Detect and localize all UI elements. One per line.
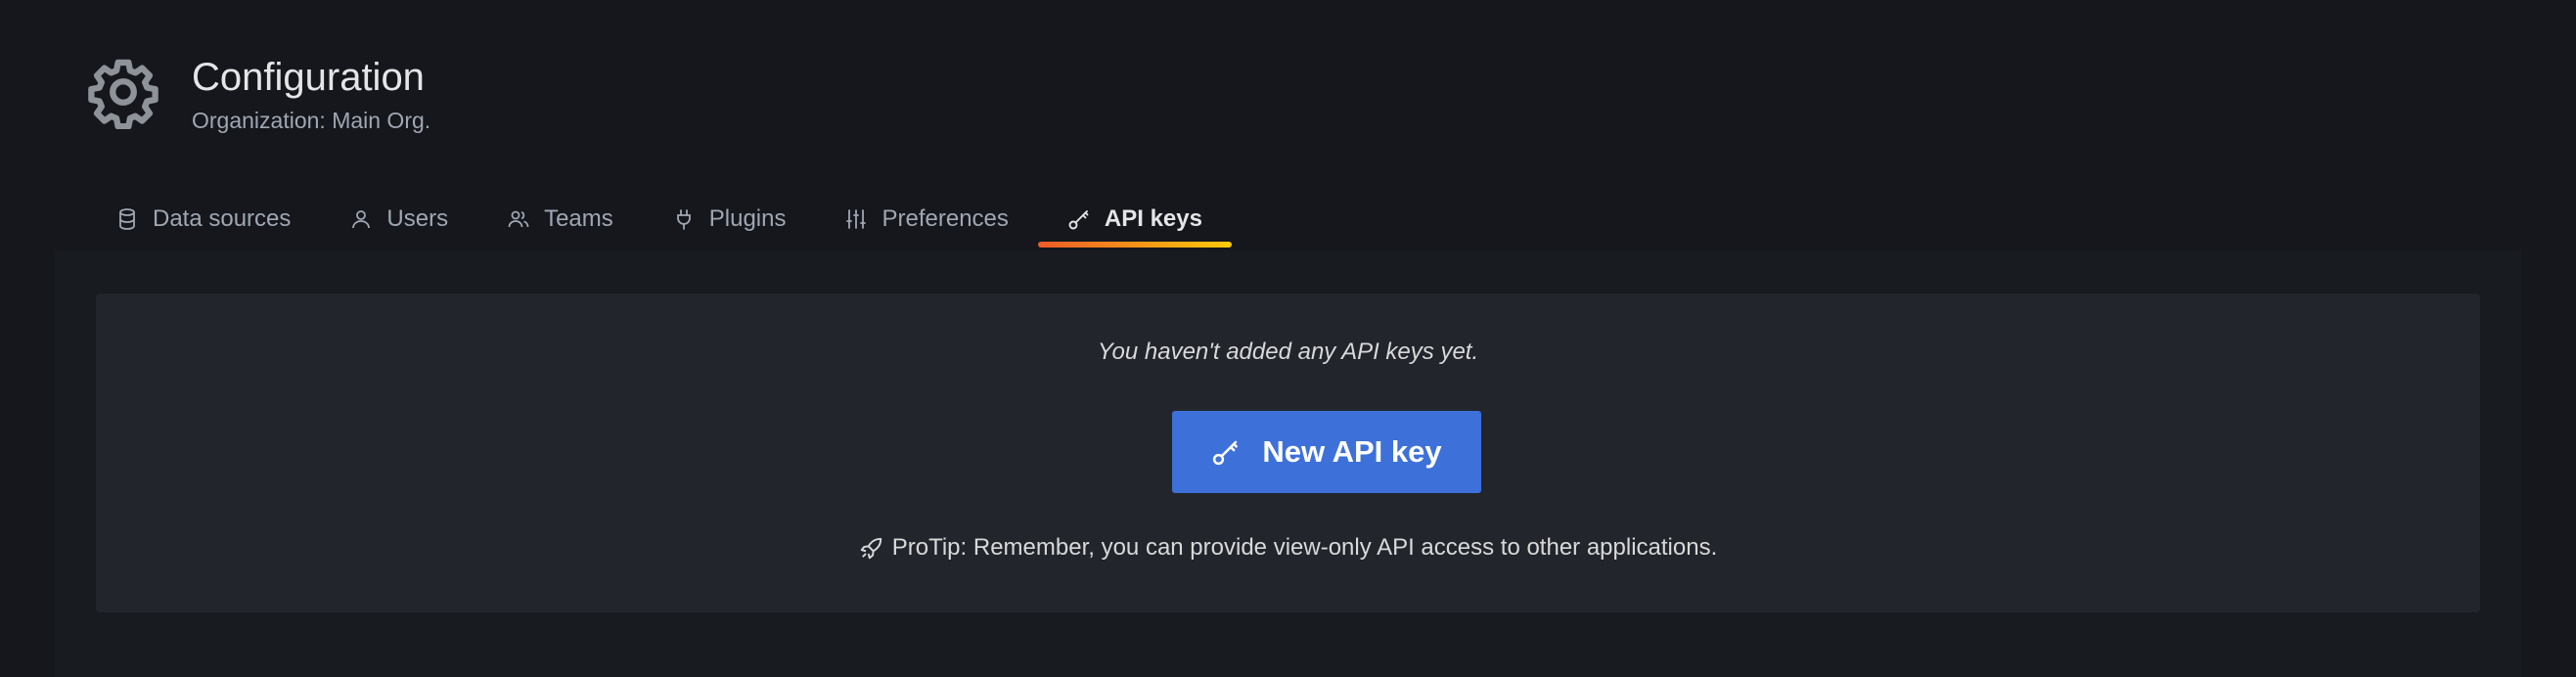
key-icon xyxy=(1068,210,1089,230)
tab-label: Users xyxy=(386,205,449,232)
tab-preferences[interactable]: Preferences xyxy=(815,192,1037,247)
protip: ProTip: Remember, you can provide view-o… xyxy=(96,534,2480,562)
database-icon xyxy=(119,208,135,230)
page-title: Configuration xyxy=(192,56,425,99)
protip-text: ProTip: Remember, you can provide view-o… xyxy=(891,534,1718,561)
plug-icon xyxy=(676,209,691,230)
header-text: Configuration Organization: Main Org. xyxy=(192,53,430,135)
tab-label: Preferences xyxy=(881,205,1009,232)
tab-label: Plugins xyxy=(708,205,787,232)
gear-icon xyxy=(88,59,158,129)
tab-label: API keys xyxy=(1104,205,1202,232)
tab-label: Data sources xyxy=(153,205,292,232)
new-api-key-button-label: New API key xyxy=(1262,434,1442,469)
tab-data-sources[interactable]: Data sources xyxy=(86,192,320,247)
key-icon xyxy=(1213,440,1239,466)
active-tab-indicator xyxy=(1037,242,1232,248)
page-content: You haven't added any API keys yet. New … xyxy=(55,250,2521,677)
tab-teams[interactable]: Teams xyxy=(477,192,643,247)
tab-api-keys[interactable]: API keys xyxy=(1037,192,1232,248)
tab-bar: Data sources Users Teams Plugins Prefere… xyxy=(86,192,1232,250)
new-api-key-button[interactable]: New API key xyxy=(1172,411,1481,493)
empty-state-message: You haven't added any API keys yet. xyxy=(1097,338,1479,365)
configuration-page: Configuration Organization: Main Org. Da… xyxy=(0,0,2576,677)
user-icon xyxy=(352,210,371,229)
tab-users[interactable]: Users xyxy=(320,192,477,247)
empty-list-card: You haven't added any API keys yet. New … xyxy=(96,293,2480,612)
page-header: Configuration Organization: Main Org. xyxy=(86,53,430,135)
users-icon xyxy=(508,210,529,228)
tab-label: Teams xyxy=(544,205,613,232)
rocket-icon xyxy=(860,537,881,560)
page-subtitle: Organization: Main Org. xyxy=(192,108,431,133)
sliders-icon xyxy=(846,209,867,229)
tab-plugins[interactable]: Plugins xyxy=(643,192,816,247)
